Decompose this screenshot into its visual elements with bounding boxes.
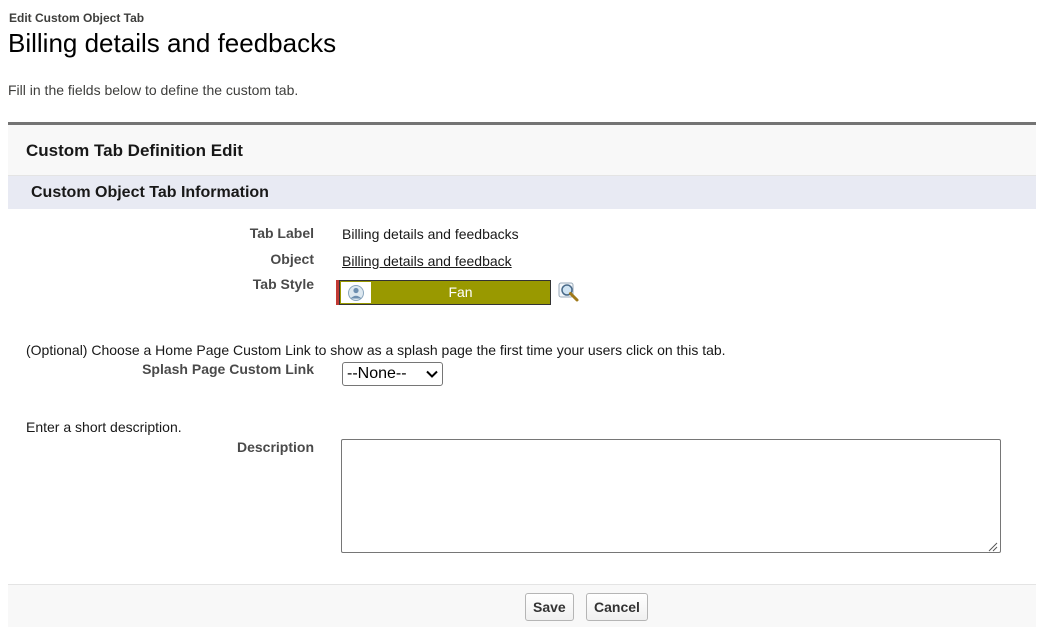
splash-help-text: (Optional) Choose a Home Page Custom Lin… (26, 342, 726, 358)
splash-page-select[interactable]: --None-- (342, 362, 443, 386)
page-description: Fill in the fields below to define the c… (8, 82, 299, 98)
resize-handle-icon[interactable] (987, 539, 998, 552)
panel-header: Custom Tab Definition Edit (8, 125, 1036, 176)
page: Edit Custom Object Tab Billing details a… (0, 0, 1045, 627)
edit-panel: Custom Tab Definition Edit Custom Object… (8, 122, 1036, 627)
object-link[interactable]: Billing details and feedback (342, 253, 512, 269)
tab-label-label: Tab Label (249, 225, 314, 241)
tab-label-value: Billing details and feedbacks (342, 226, 519, 242)
breadcrumb: Edit Custom Object Tab (9, 11, 145, 25)
tab-style-name: Fan (448, 283, 473, 300)
object-label: Object (270, 251, 314, 267)
description-help-text: Enter a short description. (26, 419, 182, 435)
panel-body: Custom Object Tab Information Tab Label … (8, 176, 1036, 584)
splash-page-selected: --None-- (347, 365, 407, 382)
tab-style-swatch: Fan (339, 280, 551, 305)
fan-icon (341, 282, 371, 303)
tab-style-field[interactable]: Fan (336, 280, 551, 305)
splash-page-label: Splash Page Custom Link (142, 361, 314, 377)
cancel-button[interactable]: Cancel (586, 593, 648, 621)
section-title: Custom Object Tab Information (31, 184, 269, 201)
section-header: Custom Object Tab Information (8, 176, 1036, 209)
object-link-wrap: Billing details and feedback (342, 253, 512, 269)
tab-style-lookup-icon[interactable] (558, 282, 582, 304)
chevron-down-icon (426, 370, 438, 378)
description-textarea[interactable] (341, 439, 1001, 553)
panel-footer: Save Cancel (8, 584, 1036, 627)
tab-style-label: Tab Style (252, 276, 314, 292)
panel-title: Custom Tab Definition Edit (26, 141, 243, 160)
page-title: Billing details and feedbacks (8, 28, 337, 58)
description-label: Description (236, 439, 314, 455)
save-button[interactable]: Save (525, 593, 574, 621)
